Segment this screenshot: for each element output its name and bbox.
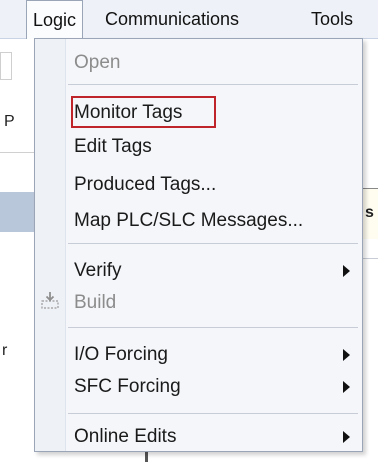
submenu-arrow-icon xyxy=(343,431,350,443)
menu-item-open[interactable]: Open xyxy=(74,51,120,75)
submenu-arrow-icon xyxy=(343,265,350,277)
background-control xyxy=(0,52,12,80)
menu-item-io-forcing[interactable]: I/O Forcing xyxy=(74,343,168,367)
submenu-arrow-icon xyxy=(343,349,350,361)
background-text-p: P xyxy=(4,113,15,130)
logic-dropdown-menu: Open Monitor Tags Edit Tags Produced Tag… xyxy=(34,38,363,452)
background-line xyxy=(363,258,378,259)
background-text-s: s xyxy=(365,204,374,221)
menu-icon-gutter xyxy=(35,39,66,451)
background-right-pane xyxy=(363,39,378,462)
menu-item-verify[interactable]: Verify xyxy=(74,259,122,283)
menu-item-map-plc-slc-messages[interactable]: Map PLC/SLC Messages... xyxy=(74,209,303,233)
menu-logic[interactable]: Logic xyxy=(26,0,84,39)
menu-separator xyxy=(68,413,358,414)
menu-tools[interactable]: Tools xyxy=(311,0,353,38)
menu-separator xyxy=(68,327,358,328)
menu-item-edit-tags[interactable]: Edit Tags xyxy=(74,135,152,159)
background-scroll-edge xyxy=(145,452,148,462)
build-icon xyxy=(41,292,59,309)
menu-item-monitor-tags[interactable]: Monitor Tags xyxy=(74,101,182,125)
menu-item-sfc-forcing[interactable]: SFC Forcing xyxy=(74,375,181,399)
submenu-arrow-icon xyxy=(343,381,350,393)
background-text-r: r xyxy=(2,342,8,359)
menu-item-online-edits[interactable]: Online Edits xyxy=(74,425,176,449)
menu-item-produced-tags[interactable]: Produced Tags... xyxy=(74,173,216,197)
menu-item-build[interactable]: Build xyxy=(74,291,116,315)
menu-separator xyxy=(68,84,358,85)
menubar: Logic Communications Tools xyxy=(0,0,378,39)
background-header-strip xyxy=(0,192,34,232)
menu-communications[interactable]: Communications xyxy=(105,0,239,38)
menu-separator xyxy=(68,243,358,244)
